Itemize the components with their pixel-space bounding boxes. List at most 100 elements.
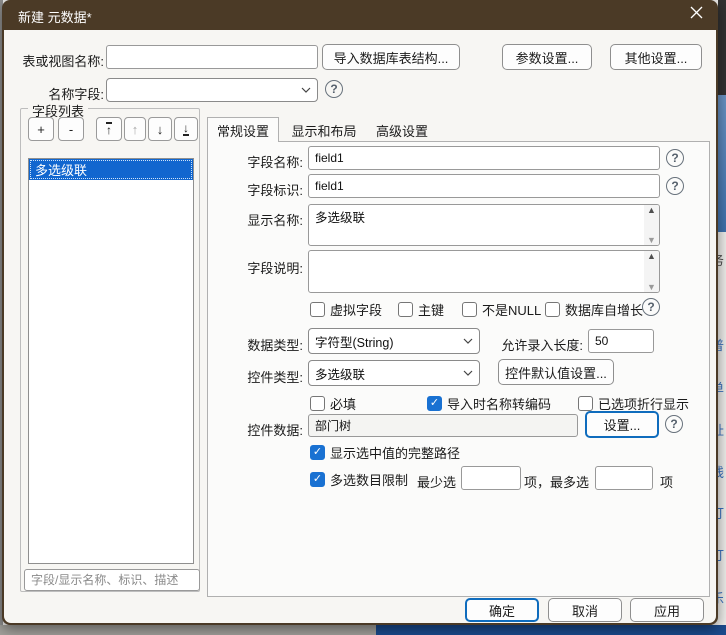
table-name-label: 表或视图名称: — [18, 51, 104, 70]
field-desc-textarea[interactable] — [308, 250, 660, 293]
checkbox-icon: ✓ — [310, 472, 325, 487]
name-field-help-icon[interactable]: ? — [325, 80, 343, 98]
clipped-text: 址 — [718, 420, 724, 439]
input-length-field[interactable] — [588, 329, 654, 353]
field-id-help-icon[interactable]: ? — [666, 177, 684, 195]
dialog-new-metadata: 新建 元数据* 表或视图名称: 导入数据库表结构... 参数设置... 其他设置… — [2, 0, 718, 625]
control-default-value-button[interactable]: 控件默认值设置... — [498, 359, 614, 385]
close-icon — [690, 6, 703, 24]
field-id-input[interactable] — [308, 174, 660, 198]
move-bottom-icon: ↓ — [183, 122, 189, 136]
checkbox-label: 必填 — [330, 394, 356, 413]
close-button[interactable] — [680, 3, 712, 27]
checkbox-required[interactable]: ✓ 必填 — [310, 394, 356, 413]
clipped-text: 线 — [718, 462, 724, 481]
checkbox-auto-increment[interactable]: ✓ 数据库自增长 — [545, 300, 643, 319]
checkbox-label: 数据库自增长 — [565, 300, 643, 319]
checkbox-icon: ✓ — [310, 302, 325, 317]
other-settings-button[interactable]: 其他设置... — [610, 44, 702, 70]
field-name-input[interactable] — [308, 146, 660, 170]
tab-advanced-settings[interactable]: 高级设置 — [367, 120, 437, 141]
scroll-down-icon[interactable]: ▼ — [647, 235, 656, 245]
tab-general-settings[interactable]: 常规设置 — [207, 117, 279, 142]
control-data-help-icon[interactable]: ? — [665, 415, 683, 433]
control-type-combobox[interactable]: 多选级联 — [308, 360, 480, 386]
checkbox-show-full-path[interactable]: ✓ 显示选中值的完整路径 — [310, 443, 460, 462]
scroll-up-icon[interactable]: ▲ — [647, 251, 656, 261]
min-select-label: 最少选 — [417, 472, 457, 491]
max-select-input[interactable] — [595, 466, 653, 490]
move-down-button[interactable]: ↓ — [148, 117, 172, 141]
control-data-input[interactable] — [308, 414, 578, 437]
checkbox-icon: ✓ — [545, 302, 560, 317]
table-name-input[interactable] — [106, 45, 318, 69]
remove-field-button[interactable]: - — [58, 117, 84, 141]
import-table-structure-button[interactable]: 导入数据库表结构... — [322, 44, 460, 70]
attributes-help-icon[interactable]: ? — [642, 298, 660, 316]
background-right-blue — [718, 95, 726, 232]
check-icon: ✓ — [313, 447, 322, 458]
display-name-label: 显示名称: — [233, 210, 303, 229]
chevron-down-icon — [463, 370, 473, 376]
input-length-label: 允许录入长度: — [495, 335, 583, 354]
checkbox-label: 虚拟字段 — [330, 300, 382, 319]
move-down-icon: ↓ — [157, 122, 164, 137]
checkbox-not-null[interactable]: ✓ 不是NULL — [462, 300, 541, 319]
checkbox-multi-select-limit[interactable]: ✓ 多选数目限制 — [310, 470, 408, 489]
field-desc-label: 字段说明: — [233, 258, 303, 277]
checkbox-primary-key[interactable]: ✓ 主键 — [398, 300, 444, 319]
checkbox-name-to-code[interactable]: ✓ 导入时名称转编码 — [427, 394, 551, 413]
checkbox-icon: ✓ — [310, 445, 325, 460]
cancel-button[interactable]: 取消 — [548, 598, 622, 622]
params-settings-button[interactable]: 参数设置... — [502, 44, 592, 70]
scroll-down-icon[interactable]: ▼ — [647, 282, 656, 292]
display-name-scrollbar[interactable]: ▲ ▼ — [644, 205, 659, 245]
field-id-label: 字段标识: — [233, 180, 303, 199]
max-select-label: 项，最多选 — [524, 472, 590, 491]
field-listbox[interactable]: 多选级联 — [28, 158, 194, 564]
checkbox-icon: ✓ — [462, 302, 477, 317]
scroll-up-icon[interactable]: ▲ — [647, 205, 656, 215]
data-type-value: 字符型(String) — [315, 332, 393, 351]
tab-display-layout[interactable]: 显示和布局 — [283, 120, 365, 141]
control-type-label: 控件类型: — [233, 367, 303, 386]
add-field-button[interactable]: + — [28, 117, 54, 141]
data-type-combobox[interactable]: 字符型(String) — [308, 328, 480, 354]
field-name-help-icon[interactable]: ? — [666, 149, 684, 167]
move-top-button[interactable]: ↑ — [96, 117, 122, 141]
control-type-value: 多选级联 — [315, 364, 365, 383]
checkbox-label: 导入时名称转编码 — [447, 394, 551, 413]
ok-button[interactable]: 确定 — [465, 598, 539, 622]
window-title: 新建 元数据* — [18, 7, 92, 26]
field-filter-input[interactable] — [24, 569, 200, 591]
move-bottom-button[interactable]: ↓ — [174, 117, 198, 141]
move-up-button[interactable]: ↑ — [124, 117, 146, 141]
move-up-icon: ↑ — [132, 122, 139, 137]
checkbox-icon: ✓ — [427, 396, 442, 411]
background-right-window: 务 普 单 址 线 订 订 乐 — [718, 232, 726, 625]
clipped-text: 订 — [718, 503, 724, 522]
taskbar-gray-segment — [0, 625, 376, 635]
data-type-label: 数据类型: — [233, 335, 303, 354]
titlebar[interactable]: 新建 元数据* — [2, 0, 718, 30]
checkbox-label: 多选数目限制 — [330, 470, 408, 489]
clipped-text: 乐 — [718, 588, 724, 607]
control-data-label: 控件数据: — [233, 420, 303, 439]
field-desc-scrollbar[interactable]: ▲ ▼ — [644, 251, 659, 292]
name-field-combobox[interactable] — [106, 78, 318, 102]
min-select-input[interactable] — [461, 466, 521, 490]
background-right-dark — [718, 0, 726, 95]
display-name-textarea[interactable]: 多选级联 — [308, 204, 660, 246]
apply-button[interactable]: 应用 — [630, 598, 704, 622]
field-name-label: 字段名称: — [233, 152, 303, 171]
clipped-text: 订 — [718, 545, 724, 564]
dialog-body: 表或视图名称: 导入数据库表结构... 参数设置... 其他设置... 名称字段… — [4, 30, 716, 623]
list-item[interactable]: 多选级联 — [29, 159, 193, 180]
clipped-text: 单 — [718, 378, 724, 397]
clipped-text: 务 — [718, 250, 724, 269]
checkbox-virtual-field[interactable]: ✓ 虚拟字段 — [310, 300, 382, 319]
checkbox-icon: ✓ — [398, 302, 413, 317]
checkbox-icon: ✓ — [310, 396, 325, 411]
taskbar-blue-segment — [376, 625, 726, 635]
control-data-settings-button[interactable]: 设置... — [585, 411, 659, 438]
